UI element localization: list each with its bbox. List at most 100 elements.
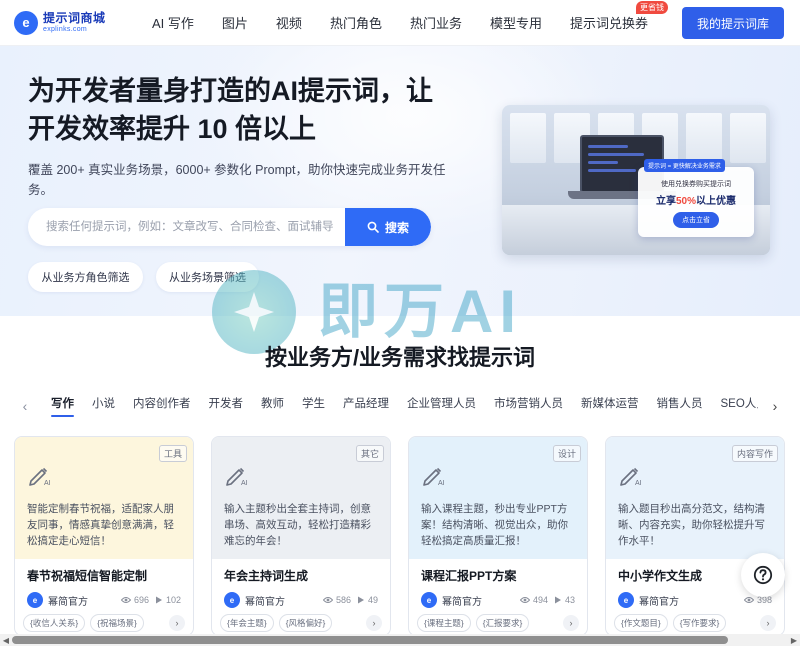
card-title[interactable]: 春节祝福短信智能定制	[15, 559, 193, 584]
param-chip: {作文题目}	[614, 614, 668, 632]
prompt-card[interactable]: 其它 AI 输入主题秒出全套主持词，创意串场、高效互动，轻松打造精彩难忘的年会！…	[211, 436, 391, 636]
param-chip: {课程主题}	[417, 614, 471, 632]
tab-enterprise-management[interactable]: 企业管理人员	[398, 395, 485, 417]
svg-text:AI: AI	[241, 480, 248, 487]
promo-claim-button[interactable]: 点击立省	[673, 212, 719, 228]
hero-banner: 为开发者量身打造的AI提示词，让开发效率提升 10 倍以上 覆盖 200+ 真实…	[0, 46, 800, 316]
top-navbar: e 提示词商城 explinks.com AI 写作 图片 视频 热门角色 热门…	[0, 0, 800, 46]
category-tabs: ‹ 写作 小说 内容创作者 开发者 教师 学生 产品经理 企业管理人员 市场营销…	[18, 394, 782, 418]
search-button[interactable]: 搜索	[345, 208, 431, 246]
tab-content-creator[interactable]: 内容创作者	[124, 395, 200, 417]
author-avatar: e	[224, 592, 240, 608]
horizontal-scrollbar[interactable]: ◀ ▶	[0, 634, 800, 646]
promo-discount: 立享50%以上优惠	[655, 196, 736, 207]
card-category-tag: 工具	[158, 445, 187, 462]
question-icon	[753, 565, 773, 585]
nav-hot-roles[interactable]: 热门角色	[316, 13, 396, 32]
scroll-left-icon[interactable]: ◀	[1, 634, 11, 646]
search-input[interactable]	[28, 208, 345, 246]
play-icon	[554, 596, 561, 604]
tab-student[interactable]: 学生	[293, 395, 334, 417]
site-logo[interactable]: e 提示词商城 explinks.com	[14, 10, 124, 35]
card-category-tag: 设计	[552, 445, 581, 462]
scrollbar-thumb[interactable]	[12, 636, 728, 644]
chips-more-icon[interactable]: ›	[169, 615, 185, 631]
tab-writing[interactable]: 写作	[42, 395, 83, 417]
tab-product-manager[interactable]: 产品经理	[334, 395, 398, 417]
nav-ai-writing[interactable]: AI 写作	[138, 13, 208, 32]
prompt-card[interactable]: 设计 AI 输入课程主题，秒出专业PPT方案！结构清晰、视觉出众，助你轻松搞定高…	[408, 436, 588, 636]
logo-name: 提示词商城	[43, 11, 106, 25]
view-count: 494	[519, 595, 548, 605]
section-title: 按业务方/业务需求找提示词	[264, 345, 536, 370]
my-prompt-library-button[interactable]: 我的提示词库	[682, 7, 784, 39]
use-count: 49	[357, 595, 378, 605]
tab-novel[interactable]: 小说	[83, 395, 124, 417]
card-description: 输入课程主题，秒出专业PPT方案！结构清晰、视觉出众，助你轻松搞定高质量汇报！	[421, 503, 568, 547]
param-chip: {风格偏好}	[278, 614, 333, 632]
nav-savings-badge: 更省钱	[636, 1, 668, 14]
eye-icon	[120, 597, 131, 603]
card-preview: 内容写作 AI 输入题目秒出高分范文，结构清晰、内容充实，助你轻松提升写作水平！	[606, 437, 784, 559]
card-category-tag: 内容写作	[731, 445, 778, 462]
svg-text:AI: AI	[44, 480, 51, 487]
card-author: 幂简官方	[639, 596, 679, 608]
tab-teacher[interactable]: 教师	[252, 395, 293, 417]
help-button[interactable]	[741, 553, 785, 597]
search-icon	[367, 221, 379, 233]
param-chip: {祝福场景}	[90, 614, 144, 632]
tab-marketing[interactable]: 市场营销人员	[485, 395, 572, 417]
svg-text:AI: AI	[438, 480, 445, 487]
author-avatar: e	[27, 592, 43, 608]
filter-by-scene-button[interactable]: 从业务场景筛选	[156, 262, 259, 292]
chips-more-icon[interactable]: ›	[563, 615, 579, 631]
view-count: 586	[322, 595, 351, 605]
card-preview: 设计 AI 输入课程主题，秒出专业PPT方案！结构清晰、视觉出众，助你轻松搞定高…	[409, 437, 587, 559]
nav-images[interactable]: 图片	[208, 13, 262, 32]
card-description: 智能定制春节祝福，适配家人朋友同事，情感真挚创意满满，轻松搞定走心短信！	[27, 503, 174, 547]
ai-pen-icon: AI	[421, 461, 447, 487]
main-nav: AI 写作 图片 视频 热门角色 热门业务 模型专用 提示词兑换券 更省钱	[138, 1, 668, 32]
param-chip: {收信人关系}	[23, 614, 86, 632]
scroll-right-icon[interactable]: ▶	[789, 634, 799, 646]
nav-vouchers-label: 提示词兑换券	[569, 16, 648, 31]
promo-card: 提示词 = 更快解决业务需求 使用兑换券购买提示词 立享50%以上优惠 点击立省	[638, 159, 754, 237]
nav-hot-business[interactable]: 热门业务	[396, 13, 476, 32]
prompt-card[interactable]: 工具 AI 智能定制春节祝福，适配家人朋友同事，情感真挚创意满满，轻松搞定走心短…	[14, 436, 194, 636]
card-title[interactable]: 课程汇报PPT方案	[409, 559, 587, 584]
eye-icon	[322, 597, 333, 603]
nav-model-specific[interactable]: 模型专用	[476, 13, 556, 32]
hero-promo-image[interactable]: 提示词 = 更快解决业务需求 使用兑换券购买提示词 立享50%以上优惠 点击立省	[502, 105, 770, 255]
nav-vouchers[interactable]: 提示词兑换券 更省钱	[556, 1, 668, 32]
author-avatar: e	[421, 592, 437, 608]
tabs-prev-icon[interactable]: ‹	[18, 398, 32, 414]
param-chip: {汇报要求}	[475, 614, 530, 632]
ai-pen-icon: AI	[618, 461, 644, 487]
tabs-next-icon[interactable]: ›	[768, 398, 782, 414]
chips-more-icon[interactable]: ›	[366, 615, 382, 631]
use-count: 43	[554, 595, 575, 605]
nav-videos[interactable]: 视频	[262, 13, 316, 32]
play-icon	[357, 596, 364, 604]
tab-developer[interactable]: 开发者	[200, 395, 253, 417]
card-preview: 其它 AI 输入主题秒出全套主持词，创意串场、高效互动，轻松打造精彩难忘的年会！	[212, 437, 390, 559]
tab-seo[interactable]: SEO人员	[712, 395, 759, 417]
card-author: 幂简官方	[48, 596, 88, 608]
tab-new-media-ops[interactable]: 新媒体运营	[572, 395, 648, 417]
promo-line1: 使用兑换券购买提示词	[661, 181, 731, 188]
ai-pen-icon: AI	[27, 461, 53, 487]
chips-more-icon[interactable]: ›	[760, 615, 776, 631]
prompt-card[interactable]: 内容写作 AI 输入题目秒出高分范文，结构清晰、内容充实，助你轻松提升写作水平！…	[605, 436, 785, 636]
filter-by-role-button[interactable]: 从业务方角色筛选	[28, 262, 143, 292]
ai-pen-icon: AI	[224, 461, 250, 487]
tab-sales[interactable]: 销售人员	[648, 395, 712, 417]
card-description: 输入主题秒出全套主持词，创意串场、高效互动，轻松打造精彩难忘的年会！	[224, 503, 371, 547]
hero-subtitle: 覆盖 200+ 真实业务场景，6000+ 参数化 Prompt，助你快速完成业务…	[28, 163, 446, 197]
card-title[interactable]: 年会主持词生成	[212, 559, 390, 584]
play-icon	[155, 596, 162, 604]
search-button-label: 搜索	[384, 220, 409, 235]
search-bar: 搜索	[28, 208, 431, 246]
eye-icon	[743, 597, 754, 603]
author-avatar: e	[618, 592, 634, 608]
card-author: 幂简官方	[442, 596, 482, 608]
